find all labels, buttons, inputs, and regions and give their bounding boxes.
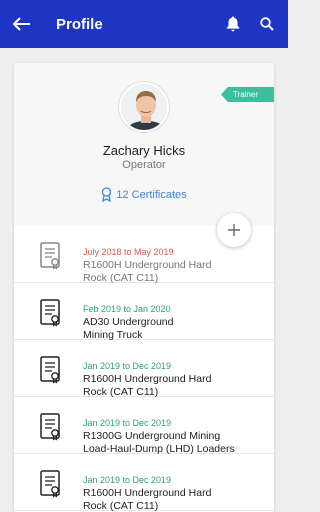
certificate-title: R1600H Underground Hard Rock (CAT C11) [83, 373, 212, 398]
certificate-title: R1600H Underground Hard Rock (CAT C11) [83, 259, 212, 284]
avatar-image [121, 84, 167, 130]
list-item[interactable]: Jan 2019 to Dec 2019 R1600H Underground … [14, 454, 274, 512]
certificate-date: Jan 2019 to Dec 2019 [83, 475, 172, 485]
app-bar: Profile [0, 0, 288, 48]
certificate-date: Feb 2019 to Jan 2020 [83, 304, 171, 314]
certificate-title: R1300G Underground Mining Load-Haul-Dump … [83, 430, 235, 455]
avatar [119, 82, 169, 132]
user-role: Operator [122, 159, 166, 171]
list-item[interactable]: Jan 2019 to Dec 2019 R1600H Underground … [14, 340, 274, 398]
profile-card: Trainer Zachary Hicks Operator 12 Certif… [14, 63, 274, 512]
certificate-icon [40, 413, 60, 441]
certificate-icon [40, 356, 60, 384]
certificate-date: July 2018 to May 2019 [83, 247, 174, 257]
certificate-date: Jan 2019 to Dec 2019 [83, 418, 172, 428]
certificate-list: July 2018 to May 2019 R1600H Underground… [14, 226, 274, 512]
user-name: Zachary Hicks [102, 143, 186, 158]
certificates-link[interactable]: 12 Certificates [14, 187, 274, 202]
search-button[interactable] [250, 0, 284, 48]
certificate-title: R1600H Underground Hard Rock (CAT C11) [83, 487, 212, 512]
award-icon [102, 187, 112, 202]
list-item[interactable]: Feb 2019 to Jan 2020 AD30 Underground Min… [14, 283, 274, 341]
certificates-count: 12 Certificates [116, 188, 187, 201]
certificate-icon [40, 299, 60, 327]
certificate-date: Jan 2019 to Dec 2019 [83, 361, 172, 371]
certificate-title: AD30 Underground Mining Truck [83, 316, 174, 341]
search-icon [260, 17, 274, 31]
plus-icon [228, 224, 240, 236]
arrow-left-icon [13, 17, 30, 31]
certificate-icon [40, 242, 60, 270]
profile-header: Trainer Zachary Hicks Operator 12 Certif… [14, 63, 274, 226]
list-item[interactable]: Jan 2019 to Dec 2019 R1300G Underground … [14, 397, 274, 455]
notifications-button[interactable] [216, 0, 250, 48]
add-certificate-button[interactable] [217, 213, 251, 247]
back-button[interactable] [2, 0, 42, 48]
trainer-badge: Trainer [220, 87, 274, 102]
certificate-icon [40, 470, 60, 498]
bell-icon [226, 16, 240, 32]
page-title: Profile [56, 15, 103, 33]
